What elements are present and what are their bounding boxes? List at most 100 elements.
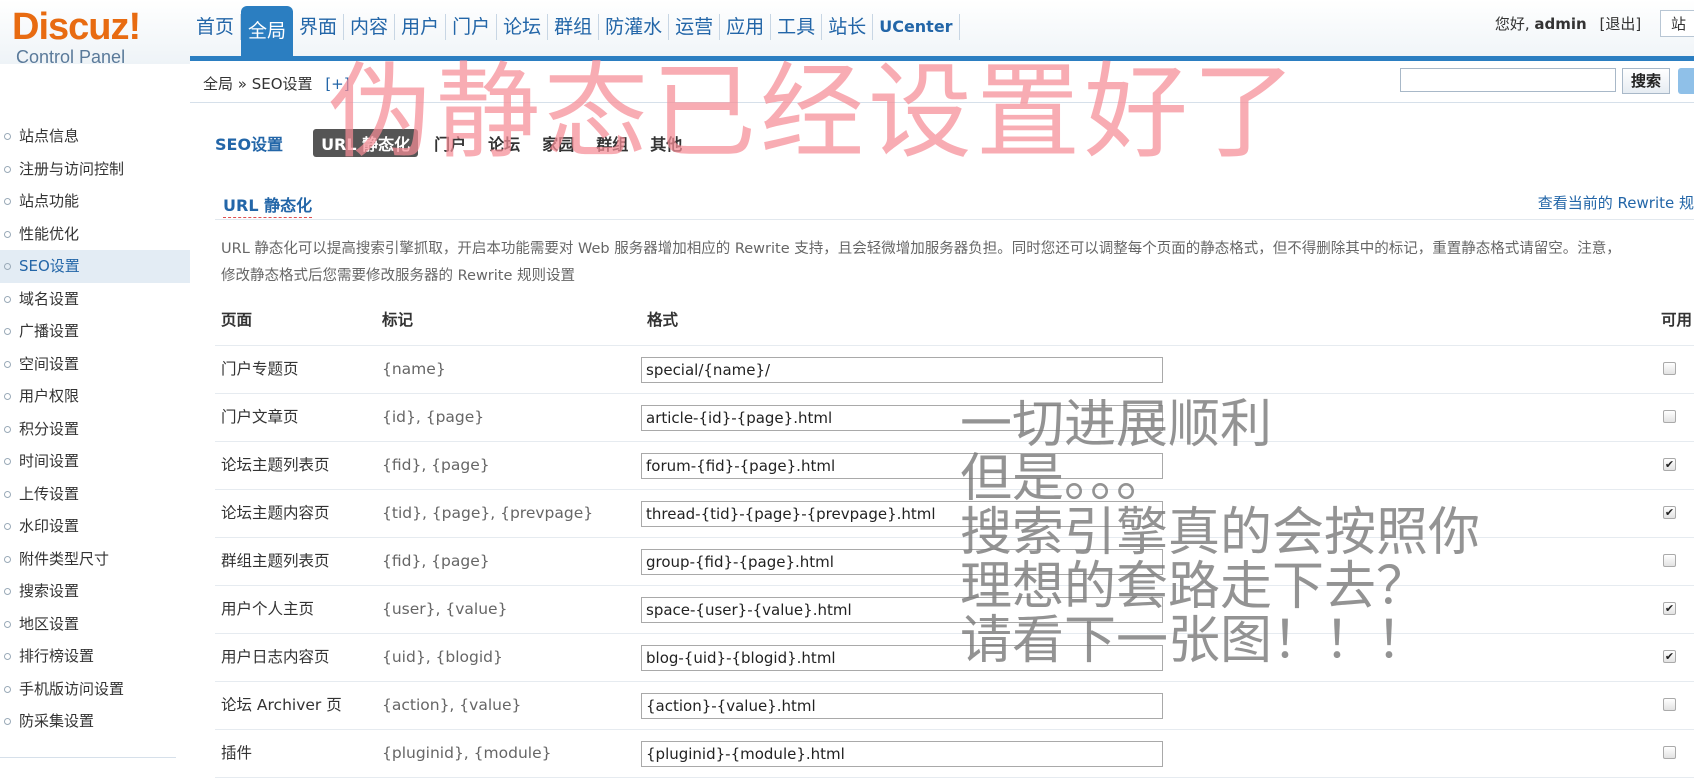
section-divider (215, 219, 1694, 220)
row-page: 群组主题列表页 (221, 552, 330, 570)
sidebar-item-upload[interactable]: 上传设置 (0, 478, 190, 511)
table-row: 用户个人主页 {user}, {value} space-{user}-{val… (215, 586, 1694, 634)
nav-item-home[interactable]: 首页 (190, 14, 242, 40)
tab-other[interactable]: 其他 (644, 129, 688, 157)
header-page: 页面 (221, 311, 253, 329)
sidebar-item-site-features[interactable]: 站点功能 (0, 185, 190, 218)
nav-item-forum[interactable]: 论坛 (497, 14, 549, 40)
table-row: 用户日志内容页 {uid}, {blogid} blog-{uid}-{blog… (215, 634, 1694, 682)
sidebar-item-ranking[interactable]: 排行榜设置 (0, 640, 190, 673)
tab-groups[interactable]: 群组 (590, 129, 634, 157)
nav-item-tools[interactable]: 工具 (771, 14, 823, 40)
rewrite-rules-table: 页面 标记 格式 可用 门户专题页 {name} special/{name}/… (215, 297, 1694, 778)
tab-portal[interactable]: 门户 (428, 129, 472, 157)
format-input[interactable]: thread-{tid}-{page}-{prevpage}.html (641, 501, 1163, 527)
tab-url-rewrite[interactable]: URL 静态化 (313, 129, 419, 157)
table-row: 门户文章页 {id}, {page} article-{id}-{page}.h… (215, 394, 1694, 442)
sidebar-item-search[interactable]: 搜索设置 (0, 575, 190, 608)
sidebar: 站点信息 注册与访问控制 站点功能 性能优化 SEO设置 域名设置 广播设置 空… (0, 120, 190, 738)
sidebar-item-region[interactable]: 地区设置 (0, 608, 190, 641)
enabled-checkbox[interactable] (1663, 698, 1676, 711)
tabs-title: SEO设置 (215, 135, 284, 154)
sidebar-item-anti-scrape[interactable]: 防采集设置 (0, 705, 190, 738)
user-greeting: 您好, (1494, 15, 1530, 33)
row-page: 用户个人主页 (221, 600, 315, 618)
user-bar: 您好, admin [退出] 站 (1495, 10, 1694, 37)
enabled-checkbox[interactable]: ✔ (1663, 650, 1676, 663)
sidebar-item-site-info[interactable]: 站点信息 (0, 120, 190, 153)
format-input[interactable]: space-{user}-{value}.html (641, 597, 1163, 623)
row-mark: {pluginid}, {module} (382, 744, 552, 762)
sidebar-item-attachment-size[interactable]: 附件类型尺寸 (0, 543, 190, 576)
sidebar-item-seo[interactable]: SEO设置 (0, 250, 190, 283)
format-input[interactable]: {pluginid}-{module}.html (641, 741, 1163, 767)
site-home-link[interactable]: 站 (1659, 10, 1694, 37)
format-input[interactable]: {action}-{value}.html (641, 693, 1163, 719)
enabled-checkbox[interactable] (1663, 362, 1676, 375)
sidebar-item-performance[interactable]: 性能优化 (0, 218, 190, 251)
sidebar-item-mobile-access[interactable]: 手机版访问设置 (0, 673, 190, 706)
breadcrumb-toggle[interactable]: [+] (325, 75, 349, 93)
row-page: 论坛主题内容页 (221, 504, 330, 522)
header-mark: 标记 (382, 311, 414, 329)
row-mark: {tid}, {page}, {prevpage} (382, 504, 594, 522)
row-mark: {name} (382, 360, 446, 378)
format-input[interactable]: group-{fid}-{page}.html (641, 549, 1163, 575)
sidebar-item-watermark[interactable]: 水印设置 (0, 510, 190, 543)
nav-item-users[interactable]: 用户 (395, 14, 447, 40)
table-row: 论坛主题列表页 {fid}, {page} forum-{fid}-{page}… (215, 442, 1694, 490)
table-header-row: 页面 标记 格式 可用 (215, 297, 1694, 346)
sidebar-item-register-access[interactable]: 注册与访问控制 (0, 153, 190, 186)
search-input[interactable] (1400, 68, 1616, 92)
section-description: URL 静态化可以提高搜索引擎抓取，开启本功能需要对 Web 服务器增加相应的 … (221, 241, 1621, 284)
sidebar-item-broadcast[interactable]: 广播设置 (0, 315, 190, 348)
format-input[interactable]: blog-{uid}-{blogid}.html (641, 645, 1163, 671)
nav-item-ucenter[interactable]: UCenter (873, 14, 960, 40)
logo: Discuz! Control Panel (12, 6, 172, 66)
enabled-checkbox[interactable]: ✔ (1663, 506, 1676, 519)
enabled-checkbox[interactable] (1663, 554, 1676, 567)
nav-item-antispam[interactable]: 防灌水 (599, 14, 670, 40)
nav-item-operation[interactable]: 运营 (669, 14, 721, 40)
header-format: 格式 (647, 311, 679, 329)
format-input[interactable]: article-{id}-{page}.html (641, 405, 1163, 431)
enabled-checkbox[interactable] (1663, 746, 1676, 759)
tab-forum[interactable]: 论坛 (482, 129, 526, 157)
logo-subtitle: Control Panel (16, 47, 126, 67)
nav-item-webmaster[interactable]: 站长 (822, 14, 874, 40)
nav-item-groups[interactable]: 群组 (548, 14, 600, 40)
sidebar-item-space[interactable]: 空间设置 (0, 348, 190, 381)
sidebar-divider (0, 757, 176, 758)
nav-item-content[interactable]: 内容 (344, 14, 396, 40)
panel-toggle-button[interactable] (1678, 68, 1694, 94)
logout-link[interactable]: [退出] (1599, 15, 1641, 33)
nav-item-interface[interactable]: 界面 (293, 14, 345, 40)
row-page: 门户文章页 (221, 408, 299, 426)
enabled-checkbox[interactable]: ✔ (1663, 458, 1676, 471)
table-row: 论坛主题内容页 {tid}, {page}, {prevpage} thread… (215, 490, 1694, 538)
sidebar-item-credits[interactable]: 积分设置 (0, 413, 190, 446)
row-page: 门户专题页 (221, 360, 299, 378)
enabled-checkbox[interactable]: ✔ (1663, 602, 1676, 615)
sidebar-item-user-permissions[interactable]: 用户权限 (0, 380, 190, 413)
seo-tabs: SEO设置 URL 静态化 门户 论坛 家园 群组 其他 (215, 129, 698, 157)
table-row: 门户专题页 {name} special/{name}/ (215, 346, 1694, 394)
nav-item-global[interactable]: 全局 (241, 6, 294, 56)
nav-item-portal[interactable]: 门户 (446, 14, 498, 40)
nav-item-apps[interactable]: 应用 (720, 14, 772, 40)
tab-home[interactable]: 家园 (536, 129, 580, 157)
row-mark: {user}, {value} (382, 600, 508, 618)
view-rewrite-rules-link[interactable]: 查看当前的 Rewrite 规 (1538, 192, 1694, 213)
format-input[interactable]: special/{name}/ (641, 357, 1163, 383)
sidebar-item-domain[interactable]: 域名设置 (0, 283, 190, 316)
search-button[interactable]: 搜索 (1622, 68, 1671, 94)
sidebar-item-time[interactable]: 时间设置 (0, 445, 190, 478)
row-page: 用户日志内容页 (221, 648, 330, 666)
header: Discuz! Control Panel 首页 全局 界面 内容 用户 门户 … (0, 0, 1694, 66)
row-page: 插件 (221, 744, 253, 762)
enabled-checkbox[interactable] (1663, 410, 1676, 423)
format-input[interactable]: forum-{fid}-{page}.html (641, 453, 1163, 479)
breadcrumb-bar: 全局 » SEO设置 [+] 搜索 (190, 61, 1694, 103)
table-row: 插件 {pluginid}, {module} {pluginid}-{modu… (215, 730, 1694, 778)
row-mark: {uid}, {blogid} (382, 648, 503, 666)
